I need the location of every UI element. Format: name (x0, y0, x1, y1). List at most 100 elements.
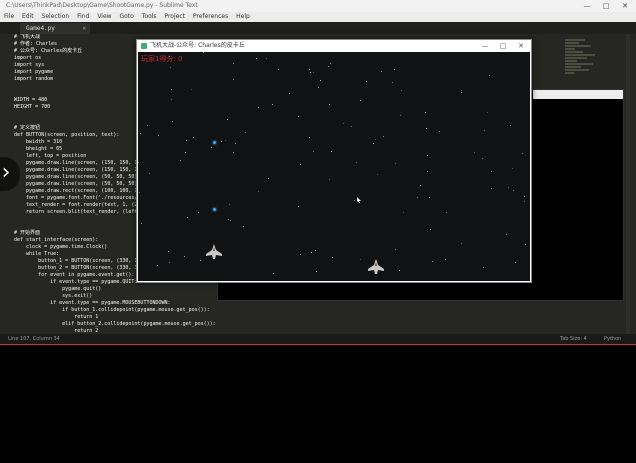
star (482, 158, 483, 159)
editor-title-bar: C:\Users\ThinkPad\Desktop\Game\ShootGame… (0, 0, 636, 12)
star (200, 260, 201, 261)
star (522, 153, 523, 154)
star (185, 152, 186, 153)
star (426, 128, 427, 129)
star (158, 135, 159, 136)
star (506, 234, 507, 235)
star (328, 66, 329, 67)
menu-preferences[interactable]: Preferences (193, 12, 228, 22)
star (515, 262, 516, 263)
star (203, 52, 204, 53)
maximize-icon[interactable]: □ (597, 0, 615, 12)
star (258, 191, 259, 192)
star (172, 121, 173, 122)
tab-bar: Game4.py × (0, 22, 636, 34)
star (360, 100, 361, 101)
menu-goto[interactable]: Goto (119, 12, 133, 22)
star (273, 273, 274, 274)
star (320, 80, 321, 81)
star (383, 136, 384, 137)
code-line[interactable]: elif button_2.collidepoint(pygame.mouse.… (14, 321, 574, 328)
star (360, 259, 361, 260)
star (228, 219, 229, 220)
star (157, 265, 158, 266)
tab-game4[interactable]: Game4.py × (20, 23, 90, 34)
spaceship-icon (368, 259, 384, 274)
star (171, 89, 172, 90)
star (461, 92, 462, 93)
maximize-icon[interactable]: □ (495, 40, 511, 52)
python-icon (141, 43, 147, 49)
menu-tools[interactable]: Tools (142, 12, 157, 22)
star (149, 173, 150, 174)
star (139, 192, 140, 193)
star (313, 72, 314, 73)
star (373, 143, 374, 144)
menu-edit[interactable]: Edit (22, 12, 34, 22)
status-divider (0, 344, 636, 345)
star (245, 132, 246, 133)
star (343, 123, 344, 124)
game-window[interactable]: 飞机大战-公众号: Charles的皮卡丘 — □ ✕ 玩家1得分: 0 (136, 39, 532, 283)
star (311, 252, 312, 253)
star (332, 257, 333, 258)
tab-label: Game4.py (26, 25, 55, 32)
code-line[interactable]: if event.type == pygame.MOUSEBUTTONDOWN: (14, 300, 574, 307)
star (351, 126, 352, 127)
close-icon[interactable]: ✕ (513, 40, 529, 52)
star (147, 125, 148, 126)
menu-file[interactable]: File (4, 12, 14, 22)
background-window-title-bar[interactable] (533, 90, 623, 99)
star (425, 112, 426, 113)
game-title-bar[interactable]: 飞机大战-公众号: Charles的皮卡丘 — □ ✕ (137, 40, 531, 52)
star (513, 190, 514, 191)
close-icon[interactable]: × (82, 23, 86, 34)
star (375, 139, 376, 140)
star (524, 201, 525, 202)
star (461, 90, 462, 91)
star (524, 196, 525, 197)
star (193, 137, 194, 138)
star (381, 71, 382, 72)
star (445, 259, 446, 260)
minimize-icon[interactable]: — (578, 0, 596, 12)
star (169, 56, 170, 57)
menu-project[interactable]: Project (164, 12, 185, 22)
vertical-scrollbar[interactable] (626, 34, 630, 334)
star (377, 174, 378, 175)
star (233, 152, 234, 153)
star (430, 229, 431, 230)
star (417, 197, 418, 198)
star (491, 171, 492, 172)
star (400, 115, 401, 116)
close-icon[interactable]: ✕ (616, 0, 634, 12)
star (331, 151, 332, 152)
star (221, 141, 222, 142)
star (318, 87, 319, 88)
code-line[interactable]: if button_1.collidepoint(pygame.mouse.ge… (14, 307, 574, 314)
desktop-screen: C:\Users\ThinkPad\Desktop\Game\ShootGame… (0, 0, 636, 345)
star (278, 69, 279, 70)
star (300, 254, 301, 255)
star (313, 151, 314, 152)
game-canvas[interactable]: 玩家1得分: 0 (138, 52, 530, 281)
star (168, 251, 169, 252)
star (525, 244, 526, 245)
star (487, 112, 488, 113)
star (243, 226, 244, 227)
star (315, 250, 316, 251)
star (211, 147, 212, 148)
star (268, 178, 269, 179)
menu-help[interactable]: Help (236, 12, 250, 22)
menu-view[interactable]: View (97, 12, 111, 22)
code-line[interactable]: return 1 (14, 314, 574, 321)
menu-selection[interactable]: Selection (42, 12, 70, 22)
star (427, 155, 428, 156)
star (170, 67, 171, 68)
star (180, 160, 181, 161)
menu-find[interactable]: Find (77, 12, 89, 22)
star (298, 206, 299, 207)
star (235, 143, 236, 144)
star (186, 140, 187, 141)
minimize-icon[interactable]: — (477, 40, 493, 52)
